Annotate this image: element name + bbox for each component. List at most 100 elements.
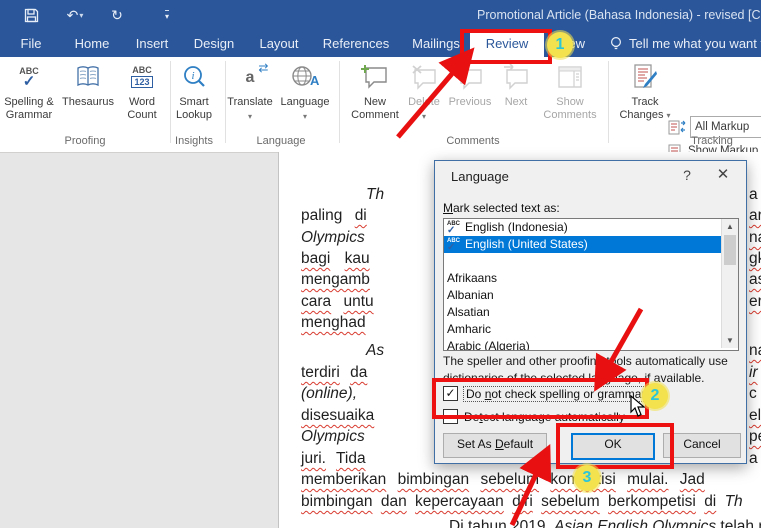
language-list-item-label: Alsatian	[447, 305, 490, 319]
redo-button[interactable]: ↻	[104, 3, 130, 27]
new-comment-button[interactable]: New Comment	[346, 60, 404, 122]
document-line: Olympics	[301, 427, 365, 447]
scroll-down-icon[interactable]: ▼	[722, 333, 738, 348]
language-listbox[interactable]: ABC ✓ English (Indonesia) ABC ✓ English (Unit…	[443, 218, 739, 351]
text-run	[330, 250, 344, 267]
tab-insert[interactable]: Insert	[130, 30, 174, 57]
smart-lookup-button[interactable]: i Smart Lookup	[166, 60, 222, 122]
tab-mailings[interactable]: Mailings	[406, 30, 466, 57]
save-icon[interactable]	[18, 3, 44, 27]
thesaurus-button[interactable]: Thesaurus	[58, 60, 118, 109]
text-run	[386, 471, 397, 488]
text-run	[469, 471, 480, 488]
tell-me-box[interactable]: Tell me what you want to	[610, 30, 761, 57]
language-list-item[interactable]: Amharic	[444, 321, 738, 338]
track-changes-icon	[616, 60, 674, 94]
text-run: gk	[749, 250, 761, 267]
previous-comment-icon	[443, 60, 497, 94]
word-count-icon: ABC 123	[131, 65, 153, 88]
document-line-fragment: a	[749, 449, 758, 469]
text-run: er	[749, 293, 761, 310]
step-badge-2: 2	[642, 383, 668, 409]
text-run: na	[749, 229, 761, 246]
document-line: Olympics	[301, 228, 365, 248]
text-run: a	[749, 450, 758, 467]
language-list-item[interactable]: Albanian	[444, 287, 738, 304]
word-count-button[interactable]: ABC 123 Word Count	[116, 60, 168, 122]
previous-comment-button[interactable]: Previous	[443, 60, 497, 109]
scroll-up-icon[interactable]: ▲	[722, 219, 738, 234]
title-bar: ↶ ▾ ↻ ▾ Promotional Article (Bahasa Indon…	[0, 0, 761, 30]
mouse-cursor	[630, 395, 645, 417]
document-line-fragment: ela	[749, 406, 761, 426]
tab-home[interactable]: Home	[70, 30, 114, 57]
text-run: telah me	[720, 518, 761, 528]
text-run: mulai.	[627, 471, 669, 488]
window-title: Promotional Article (Bahasa Indonesia) -…	[477, 8, 761, 22]
dialog-close-icon[interactable]: ✕	[710, 165, 736, 185]
language-button[interactable]: A Language ▾	[276, 60, 334, 123]
dialog-help-button[interactable]: ?	[674, 165, 700, 185]
group-separator	[608, 61, 609, 143]
language-list-item[interactable]: Alsatian	[444, 304, 738, 321]
text-run: (online),	[301, 385, 357, 402]
group-label-proofing: Proofing	[64, 135, 106, 147]
text-run: Th	[366, 186, 385, 203]
tab-references[interactable]: References	[320, 30, 392, 57]
language-globe-icon: A	[276, 60, 334, 94]
language-list-item[interactable]: Afrikaans	[444, 270, 738, 287]
translate-icon: a ⇄	[245, 60, 269, 86]
document-line: terdiri da	[301, 363, 367, 383]
text-run: Olympics	[301, 428, 365, 445]
display-for-review-row: All Markup▾	[668, 116, 761, 138]
set-as-default-button[interactable]: Set As Default	[443, 433, 547, 458]
text-run: cara	[301, 293, 332, 310]
text-run	[616, 471, 627, 488]
group-separator	[339, 61, 340, 143]
language-list-item[interactable]	[444, 253, 738, 270]
group-label-comments: Comments	[446, 135, 500, 147]
show-comments-button[interactable]: Show Comments	[540, 60, 600, 122]
document-line-fragment: gk	[749, 249, 761, 269]
translate-button[interactable]: a ⇄ Translate ▾	[222, 60, 278, 123]
language-list-item[interactable]: ABC ✓ English (Indonesia)	[444, 219, 738, 236]
track-changes-button[interactable]: Track Changes ▾	[616, 60, 674, 122]
text-run: di	[354, 207, 367, 224]
language-list-item-label: Albanian	[447, 288, 494, 302]
text-run	[326, 450, 336, 467]
document-line: Th	[366, 185, 384, 205]
document-line: (online),	[301, 384, 357, 404]
text-run: mengamb	[301, 271, 370, 288]
spelling-grammar-button[interactable]: ABC ✓ Spelling & Grammar	[0, 60, 60, 122]
ribbon-tab-row: File Home Insert Design Layout Reference…	[0, 30, 761, 57]
document-line-fragment: ir	[749, 363, 758, 383]
text-run	[504, 493, 512, 510]
undo-button[interactable]: ↶ ▾	[62, 3, 88, 27]
document-line-fragment: as	[749, 270, 761, 290]
document-line-fragment: pe	[749, 427, 761, 447]
language-list-item[interactable]: Arabic (Algeria)	[444, 338, 738, 350]
text-run	[342, 207, 354, 224]
text-run: sebelum	[480, 471, 540, 488]
scrollbar-thumb[interactable]	[724, 235, 736, 265]
next-comment-button[interactable]: Next	[494, 60, 538, 109]
language-list-item[interactable]: ABC ✓ English (United States)	[444, 236, 738, 253]
text-run	[533, 493, 541, 510]
text-run: As	[366, 342, 385, 359]
tab-design[interactable]: Design	[190, 30, 238, 57]
tab-file[interactable]: File	[12, 30, 50, 57]
cancel-button[interactable]: Cancel	[663, 433, 741, 458]
svg-text:A: A	[310, 73, 319, 88]
customize-qat-icon[interactable]: ▾	[154, 3, 180, 27]
delete-comment-button[interactable]: Delete ▾	[400, 60, 448, 123]
tab-layout[interactable]: Layout	[254, 30, 304, 57]
text-run	[668, 471, 679, 488]
ribbon: ABC ✓ Spelling & Grammar Thesaurus ABC 123 …	[0, 57, 761, 182]
delete-comment-icon	[400, 60, 448, 94]
listbox-scrollbar[interactable]: ▲ ▼	[721, 219, 738, 348]
document-line-fragment: ar	[749, 206, 761, 226]
abc-check-icon: ABC ✓	[447, 237, 460, 253]
smart-lookup-icon: i	[166, 60, 222, 94]
undo-caret-icon[interactable]: ▾	[79, 11, 83, 20]
text-run	[331, 293, 343, 310]
